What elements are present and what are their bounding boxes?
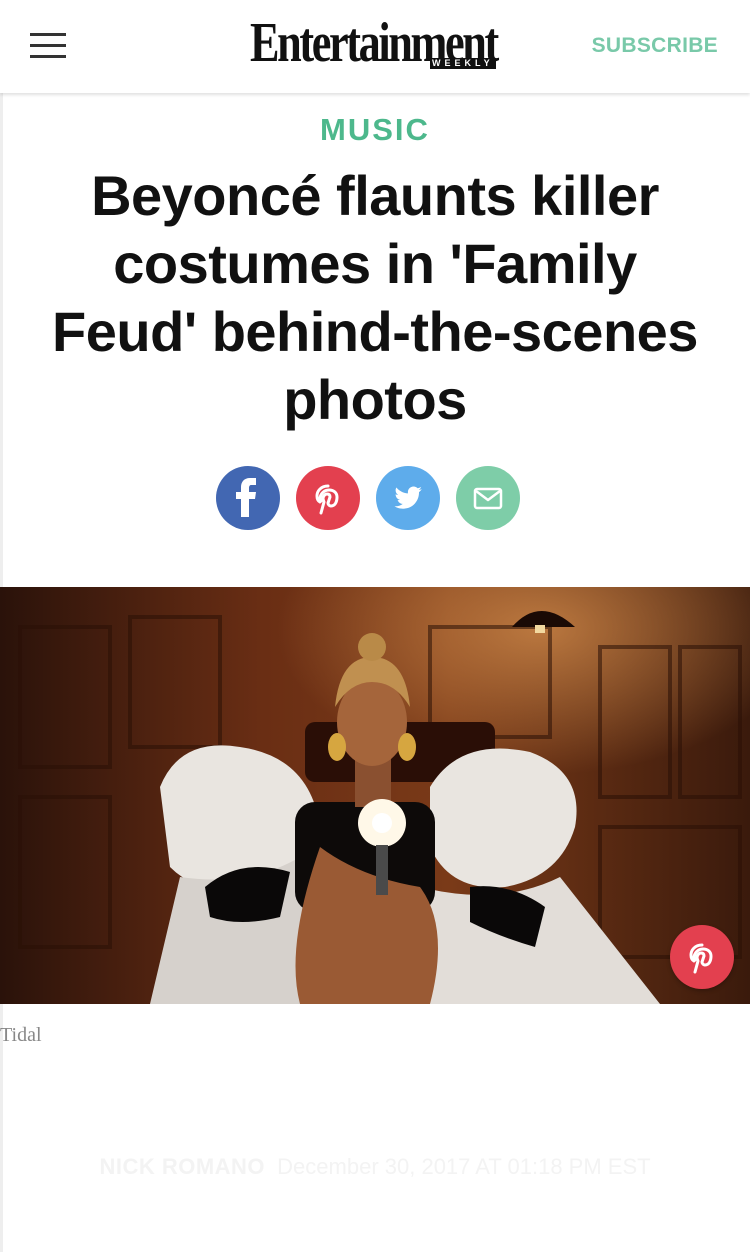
hero-photo-illustration [0,587,750,1004]
image-caption: Tidal [0,1024,42,1046]
pinterest-icon [315,484,339,515]
author-link[interactable]: NICK ROMANO [99,1154,265,1179]
logo-wordmark: Entertainment [250,12,499,74]
share-email-button[interactable] [456,466,520,530]
facebook-icon [236,478,256,517]
share-pinterest-button[interactable] [296,466,360,530]
hamburger-menu-icon[interactable] [30,33,66,59]
pin-image-button[interactable] [670,925,734,989]
subscribe-button[interactable]: SUBSCRIBE [592,34,718,58]
share-facebook-button[interactable] [216,466,280,530]
pinterest-icon [689,943,713,974]
logo-weekly-tag: WEEKLY [430,58,496,69]
share-buttons [215,466,535,532]
site-header: Entertainment WEEKLY SUBSCRIBE [0,0,750,93]
article-category[interactable]: MUSIC [0,110,750,150]
article-byline: NICK ROMANO December 30, 2017 AT 01:18 P… [0,1154,750,1180]
twitter-icon [394,486,422,509]
publish-date: December 30, 2017 AT 01:18 PM EST [277,1154,651,1179]
share-twitter-button[interactable] [376,466,440,530]
site-logo[interactable]: Entertainment WEEKLY [250,12,500,78]
email-icon [473,487,503,510]
article-headline: Beyoncé flaunts killer costumes in 'Fami… [52,164,698,431]
hero-image[interactable] [0,587,750,1004]
